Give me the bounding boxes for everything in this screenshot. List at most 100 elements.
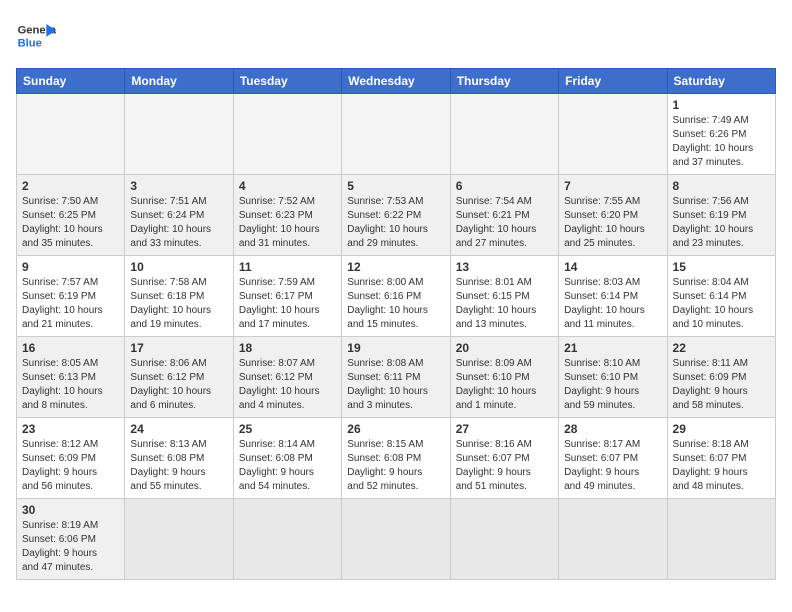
day-number: 3	[130, 179, 227, 193]
day-number: 14	[564, 260, 661, 274]
day-info: Sunrise: 8:00 AM Sunset: 6:16 PM Dayligh…	[347, 276, 444, 332]
day-info: Sunrise: 8:05 AM Sunset: 6:13 PM Dayligh…	[22, 357, 119, 413]
calendar-cell	[559, 499, 667, 580]
col-header-monday: Monday	[125, 69, 233, 94]
day-info: Sunrise: 8:19 AM Sunset: 6:06 PM Dayligh…	[22, 519, 119, 575]
day-number: 23	[22, 422, 119, 436]
calendar-cell: 4 Sunrise: 7:52 AM Sunset: 6:23 PM Daylig…	[233, 175, 341, 256]
calendar-cell	[450, 499, 558, 580]
calendar-cell	[342, 499, 450, 580]
day-info: Sunrise: 8:15 AM Sunset: 6:08 PM Dayligh…	[347, 438, 444, 494]
calendar-cell: 19 Sunrise: 8:08 AM Sunset: 6:11 PM Dayli…	[342, 337, 450, 418]
calendar-cell: 26 Sunrise: 8:15 AM Sunset: 6:08 PM Dayli…	[342, 418, 450, 499]
day-info: Sunrise: 8:01 AM Sunset: 6:15 PM Dayligh…	[456, 276, 553, 332]
calendar-cell: 10 Sunrise: 7:58 AM Sunset: 6:18 PM Dayli…	[125, 256, 233, 337]
calendar-cell: 17 Sunrise: 8:06 AM Sunset: 6:12 PM Dayli…	[125, 337, 233, 418]
calendar-cell	[667, 499, 775, 580]
day-number: 10	[130, 260, 227, 274]
day-info: Sunrise: 8:14 AM Sunset: 6:08 PM Dayligh…	[239, 438, 336, 494]
calendar-cell: 14 Sunrise: 8:03 AM Sunset: 6:14 PM Dayli…	[559, 256, 667, 337]
calendar-cell	[17, 94, 125, 175]
calendar-cell	[125, 94, 233, 175]
calendar-cell: 29 Sunrise: 8:18 AM Sunset: 6:07 PM Dayli…	[667, 418, 775, 499]
calendar-cell: 23 Sunrise: 8:12 AM Sunset: 6:09 PM Dayli…	[17, 418, 125, 499]
calendar-cell: 1 Sunrise: 7:49 AM Sunset: 6:26 PM Daylig…	[667, 94, 775, 175]
day-number: 5	[347, 179, 444, 193]
day-info: Sunrise: 7:58 AM Sunset: 6:18 PM Dayligh…	[130, 276, 227, 332]
day-info: Sunrise: 8:06 AM Sunset: 6:12 PM Dayligh…	[130, 357, 227, 413]
calendar-cell: 16 Sunrise: 8:05 AM Sunset: 6:13 PM Dayli…	[17, 337, 125, 418]
calendar-cell: 25 Sunrise: 8:14 AM Sunset: 6:08 PM Dayli…	[233, 418, 341, 499]
day-number: 30	[22, 503, 119, 517]
calendar-cell	[450, 94, 558, 175]
day-number: 16	[22, 341, 119, 355]
day-info: Sunrise: 7:52 AM Sunset: 6:23 PM Dayligh…	[239, 195, 336, 251]
calendar-cell: 24 Sunrise: 8:13 AM Sunset: 6:08 PM Dayli…	[125, 418, 233, 499]
day-info: Sunrise: 7:55 AM Sunset: 6:20 PM Dayligh…	[564, 195, 661, 251]
calendar-cell	[233, 499, 341, 580]
day-number: 13	[456, 260, 553, 274]
day-info: Sunrise: 7:51 AM Sunset: 6:24 PM Dayligh…	[130, 195, 227, 251]
day-info: Sunrise: 8:09 AM Sunset: 6:10 PM Dayligh…	[456, 357, 553, 413]
day-number: 22	[673, 341, 770, 355]
col-header-thursday: Thursday	[450, 69, 558, 94]
day-info: Sunrise: 8:07 AM Sunset: 6:12 PM Dayligh…	[239, 357, 336, 413]
day-number: 21	[564, 341, 661, 355]
calendar-cell: 7 Sunrise: 7:55 AM Sunset: 6:20 PM Daylig…	[559, 175, 667, 256]
day-number: 28	[564, 422, 661, 436]
day-info: Sunrise: 8:03 AM Sunset: 6:14 PM Dayligh…	[564, 276, 661, 332]
day-number: 17	[130, 341, 227, 355]
calendar-cell: 20 Sunrise: 8:09 AM Sunset: 6:10 PM Dayli…	[450, 337, 558, 418]
day-number: 2	[22, 179, 119, 193]
day-number: 18	[239, 341, 336, 355]
svg-text:Blue: Blue	[18, 37, 42, 49]
calendar-cell: 22 Sunrise: 8:11 AM Sunset: 6:09 PM Dayli…	[667, 337, 775, 418]
logo: General Blue	[16, 16, 56, 56]
day-number: 24	[130, 422, 227, 436]
calendar-cell: 11 Sunrise: 7:59 AM Sunset: 6:17 PM Dayli…	[233, 256, 341, 337]
day-number: 6	[456, 179, 553, 193]
calendar-cell: 27Sunrise: 8:16 AM Sunset: 6:07 PM Dayli…	[450, 418, 558, 499]
calendar-week-row: 2Sunrise: 7:50 AM Sunset: 6:25 PM Daylig…	[17, 175, 776, 256]
day-info: Sunrise: 7:59 AM Sunset: 6:17 PM Dayligh…	[239, 276, 336, 332]
day-info: Sunrise: 8:13 AM Sunset: 6:08 PM Dayligh…	[130, 438, 227, 494]
day-info: Sunrise: 8:04 AM Sunset: 6:14 PM Dayligh…	[673, 276, 770, 332]
day-number: 7	[564, 179, 661, 193]
calendar-cell: 13 Sunrise: 8:01 AM Sunset: 6:15 PM Dayli…	[450, 256, 558, 337]
day-info: Sunrise: 7:49 AM Sunset: 6:26 PM Dayligh…	[673, 114, 770, 170]
day-number: 20	[456, 341, 553, 355]
calendar-cell: 30 Sunrise: 8:19 AM Sunset: 6:06 PM Dayli…	[17, 499, 125, 580]
day-number: 25	[239, 422, 336, 436]
calendar-cell	[125, 499, 233, 580]
day-number: 12	[347, 260, 444, 274]
calendar-cell: 28 Sunrise: 8:17 AM Sunset: 6:07 PM Dayli…	[559, 418, 667, 499]
calendar-cell: 21Sunrise: 8:10 AM Sunset: 6:10 PM Dayli…	[559, 337, 667, 418]
day-info: Sunrise: 7:54 AM Sunset: 6:21 PM Dayligh…	[456, 195, 553, 251]
calendar-cell: 8 Sunrise: 7:56 AM Sunset: 6:19 PM Daylig…	[667, 175, 775, 256]
day-number: 15	[673, 260, 770, 274]
calendar-cell	[233, 94, 341, 175]
col-header-sunday: Sunday	[17, 69, 125, 94]
day-info: Sunrise: 8:12 AM Sunset: 6:09 PM Dayligh…	[22, 438, 119, 494]
day-info: Sunrise: 8:18 AM Sunset: 6:07 PM Dayligh…	[673, 438, 770, 494]
day-number: 11	[239, 260, 336, 274]
day-number: 19	[347, 341, 444, 355]
calendar-cell: 5Sunrise: 7:53 AM Sunset: 6:22 PM Daylig…	[342, 175, 450, 256]
day-info: Sunrise: 8:17 AM Sunset: 6:07 PM Dayligh…	[564, 438, 661, 494]
page-header: General Blue	[16, 16, 776, 56]
day-number: 29	[673, 422, 770, 436]
calendar-cell: 9Sunrise: 7:57 AM Sunset: 6:19 PM Daylig…	[17, 256, 125, 337]
calendar-week-row: 23 Sunrise: 8:12 AM Sunset: 6:09 PM Dayli…	[17, 418, 776, 499]
calendar-header-row: SundayMondayTuesdayWednesdayThursdayFrid…	[17, 69, 776, 94]
calendar-cell: 3 Sunrise: 7:51 AM Sunset: 6:24 PM Daylig…	[125, 175, 233, 256]
calendar-cell: 6 Sunrise: 7:54 AM Sunset: 6:21 PM Daylig…	[450, 175, 558, 256]
calendar-table: SundayMondayTuesdayWednesdayThursdayFrid…	[16, 68, 776, 580]
day-info: Sunrise: 7:56 AM Sunset: 6:19 PM Dayligh…	[673, 195, 770, 251]
day-number: 4	[239, 179, 336, 193]
day-number: 8	[673, 179, 770, 193]
day-info: Sunrise: 8:11 AM Sunset: 6:09 PM Dayligh…	[673, 357, 770, 413]
day-number: 9	[22, 260, 119, 274]
day-number: 1	[673, 98, 770, 112]
day-number: 26	[347, 422, 444, 436]
day-info: Sunrise: 8:08 AM Sunset: 6:11 PM Dayligh…	[347, 357, 444, 413]
